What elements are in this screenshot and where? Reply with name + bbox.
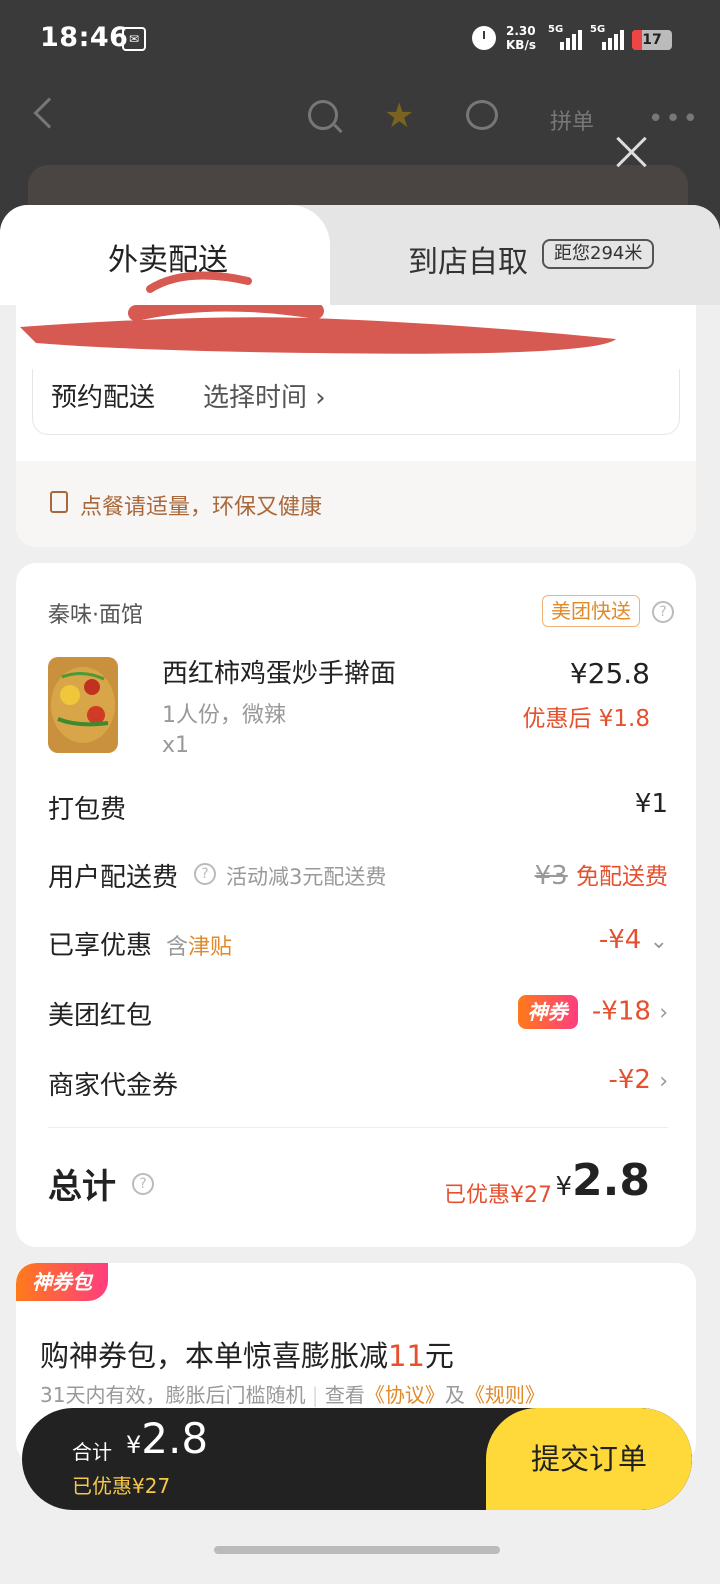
delivery-fee-original: ¥3 <box>534 861 568 891</box>
back-icon[interactable] <box>33 97 65 129</box>
divider <box>48 1127 668 1128</box>
coupon-badge: 神券 <box>517 995 578 1029</box>
dish-discounted-price: 优惠后 ¥1.8 <box>522 706 650 732</box>
checkout-total-label: 合计 <box>72 1440 112 1464</box>
redpack-label: 美团红包 <box>48 1001 153 1031</box>
coupon-pack-title: 购神券包，本单惊喜膨胀减11元 <box>40 1339 454 1373</box>
delivery-badge: 美团快送 <box>542 595 640 627</box>
battery-icon: 17 <box>632 30 672 50</box>
dish-name: 西红柿鸡蛋炒手擀面 <box>162 659 397 689</box>
alarm-icon <box>472 26 496 50</box>
order-card: 秦味·面馆 美团快送 ? 西红柿鸡蛋炒手擀面 1人份，微辣 x1 ¥25.8 优… <box>16 563 696 1247</box>
tab-pickup[interactable]: 到店自取 <box>408 237 528 281</box>
voucher-row[interactable]: 商家代金券 -¥2 › <box>48 1065 668 1105</box>
voucher-value: -¥2 <box>608 1065 651 1095</box>
distance-badge: 距您294米 <box>542 239 655 269</box>
chat-icon[interactable] <box>466 100 498 130</box>
delivery-fee-label: 用户配送费 <box>48 863 179 893</box>
submit-order-button[interactable]: 提交订单 <box>486 1408 692 1510</box>
reserve-time-select[interactable]: 选择时间 › <box>203 377 326 414</box>
reserve-delivery-row[interactable]: 预约配送 选择时间 › <box>32 369 680 435</box>
help-icon[interactable]: ? <box>132 1173 154 1195</box>
discount-note: 含津贴 <box>166 935 233 960</box>
coupon-pack-subtitle: 31天内有效，膨胀后门槛随机 | 查看《协议》及《规则》 <box>40 1383 545 1407</box>
chevron-right-icon: › <box>659 1000 668 1026</box>
checkout-sheet: 外卖配送 到店自取 距您294米 预约配送 选择时间 › 点餐请适量，环保又健康… <box>0 205 720 1584</box>
dish-image <box>48 657 118 753</box>
status-time: 18:46 <box>40 22 129 53</box>
redpack-value: -¥18 <box>591 996 651 1027</box>
help-icon[interactable]: ? <box>194 863 216 885</box>
checkout-saved: 已优惠¥27 <box>72 1474 171 1498</box>
notification-icon: ✉ <box>122 27 146 51</box>
eco-tip-text: 点餐请适量，环保又健康 <box>80 495 323 520</box>
total-value: ¥2.8 <box>555 1155 651 1206</box>
redaction-scribble <box>20 305 616 354</box>
packing-fee-row: 打包费 ¥1 <box>48 789 668 829</box>
rules-link[interactable]: 《规则》 <box>465 1383 545 1407</box>
discount-label: 已享优惠 <box>48 931 153 961</box>
chevron-down-icon: ⌄ <box>649 929 668 954</box>
speaker-icon <box>50 491 68 513</box>
chevron-right-icon: › <box>659 1069 668 1094</box>
close-icon[interactable] <box>612 132 652 172</box>
address-card: 预约配送 选择时间 › 点餐请适量，环保又健康 <box>16 305 696 547</box>
agreement-link[interactable]: 《协议》 <box>365 1383 445 1407</box>
delivery-fee-value: 免配送费 <box>576 864 668 890</box>
packing-fee-value: ¥1 <box>634 789 668 819</box>
total-label: 总计 <box>48 1167 116 1207</box>
checkout-total-amount: ¥2.8 <box>126 1414 209 1463</box>
coupon-pack-tag: 神券包 <box>16 1263 108 1301</box>
packing-fee-label: 打包费 <box>48 795 127 825</box>
checkout-bar: 合计 ¥2.8 已优惠¥27 提交订单 <box>22 1408 692 1510</box>
dish-qty: x1 <box>162 733 190 758</box>
tab-underline-icon <box>146 271 252 293</box>
signal-icon: 5G <box>590 24 626 50</box>
voucher-label: 商家代金券 <box>48 1071 179 1101</box>
help-icon[interactable]: ? <box>652 601 674 623</box>
delivery-tabs: 外卖配送 到店自取 距您294米 <box>0 205 720 305</box>
redpack-row[interactable]: 美团红包 神券 -¥18 › <box>48 995 668 1035</box>
discount-row[interactable]: 已享优惠 含津贴 -¥4 ⌄ <box>48 925 668 965</box>
dish-spec: 1人份，微辣 <box>162 703 286 728</box>
dish-price: ¥25.8 <box>569 657 650 690</box>
discount-value: -¥4 <box>598 925 642 955</box>
search-icon[interactable] <box>308 100 338 130</box>
header-overlay: 18:46 ✉ 2.30 KB/s 5G 5G 17 ★ 拼单 ••• <box>0 0 720 230</box>
more-icon[interactable]: ••• <box>648 104 700 134</box>
total-saved: 已优惠¥27 <box>444 1183 552 1208</box>
favorite-icon[interactable]: ★ <box>384 96 414 136</box>
tab-delivery[interactable]: 外卖配送 <box>0 205 330 305</box>
delivery-fee-row: 用户配送费 ? 活动减3元配送费 ¥3 免配送费 <box>48 857 668 897</box>
home-indicator[interactable] <box>214 1546 500 1554</box>
eco-tip: 点餐请适量，环保又健康 <box>16 461 696 547</box>
shop-name: 秦味·面馆 <box>48 603 143 628</box>
reserve-label: 预约配送 <box>51 383 156 413</box>
status-bar: 18:46 ✉ 2.30 KB/s 5G 5G 17 <box>0 0 720 80</box>
signal-icon: 5G <box>548 24 584 50</box>
delivery-fee-note: 活动减3元配送费 <box>226 865 387 889</box>
network-speed: 2.30 KB/s <box>506 24 536 52</box>
group-order-button[interactable]: 拼单 <box>550 104 594 136</box>
